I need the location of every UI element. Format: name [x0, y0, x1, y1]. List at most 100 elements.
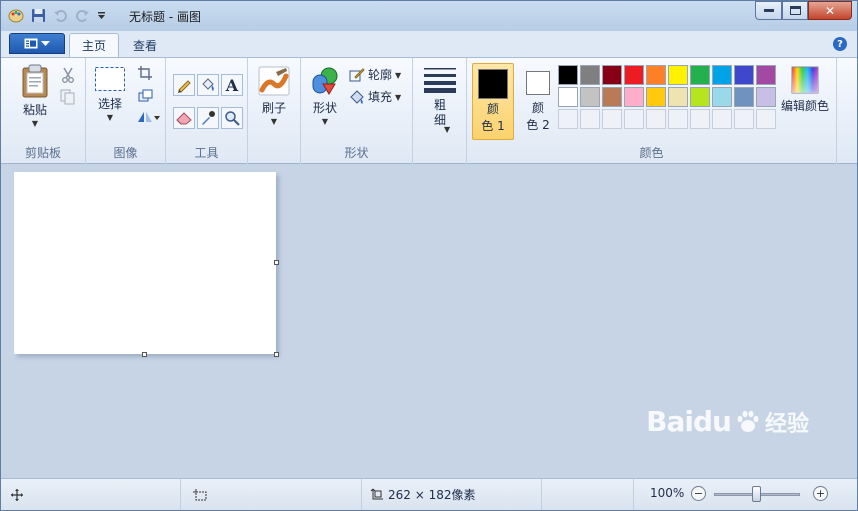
paste-button[interactable]: 粘贴 ▼	[13, 64, 57, 128]
drawing-canvas[interactable]	[14, 172, 276, 354]
chevron-down-icon: ▼	[395, 70, 402, 80]
size-label-line1: 粗	[433, 98, 446, 112]
brushes-button[interactable]: 刷子 ▼	[256, 66, 292, 126]
palette-swatch-empty[interactable]	[756, 109, 776, 129]
zoom-out-button[interactable]: −	[691, 486, 706, 501]
image-size-icon	[370, 488, 383, 499]
fill-button[interactable]: 填充 ▼	[349, 88, 401, 105]
redo-icon[interactable]	[73, 6, 91, 24]
palette-swatch[interactable]	[668, 65, 688, 85]
zoom-slider-thumb[interactable]	[752, 486, 761, 502]
magnifier-icon[interactable]	[221, 107, 243, 129]
crop-icon[interactable]	[134, 62, 156, 84]
palette-swatch[interactable]	[602, 87, 622, 107]
color-spectrum-icon	[791, 66, 819, 94]
palette-swatch[interactable]	[558, 87, 578, 107]
size-group: 粗 细 ▼	[413, 58, 467, 164]
shapes-button[interactable]: 形状 ▼	[307, 66, 343, 126]
pencil-icon[interactable]	[173, 74, 195, 96]
paint-window: 无标题 - 画图 ✕ 主页 查看 ? 粘贴 ▼ 剪贴板 选择 ▼ 图像 A 工具…	[0, 0, 858, 511]
palette-swatch[interactable]	[624, 87, 644, 107]
baidu-watermark: Baidu 经验	[646, 405, 809, 438]
color2-swatch	[526, 71, 550, 95]
outline-button[interactable]: 轮廓 ▼	[349, 66, 401, 83]
size-button[interactable]: 粗 细	[422, 66, 458, 128]
palette-swatch[interactable]	[646, 65, 666, 85]
rotate-icon[interactable]	[134, 106, 162, 128]
color2-label-line2: 色 2	[526, 118, 550, 132]
color2-button[interactable]: 颜 色 2	[517, 63, 559, 145]
palette-swatch[interactable]	[756, 65, 776, 85]
shapes-label: 形状	[312, 101, 337, 115]
tab-view[interactable]: 查看	[121, 33, 169, 57]
palette-swatch[interactable]	[602, 65, 622, 85]
palette-swatch[interactable]	[734, 65, 754, 85]
chevron-down-icon: ▼	[31, 119, 39, 128]
palette-swatch-empty[interactable]	[734, 109, 754, 129]
edit-colors-button[interactable]: 编辑颜色	[778, 66, 832, 114]
palette-swatch-empty[interactable]	[668, 109, 688, 129]
eraser-icon[interactable]	[173, 107, 195, 129]
edit-colors-label: 编辑颜色	[780, 99, 829, 113]
palette-swatch[interactable]	[580, 87, 600, 107]
image-size-text: 262 × 182像素	[388, 488, 476, 502]
palette-swatch[interactable]	[712, 65, 732, 85]
watermark-brand: Baidu	[646, 405, 732, 438]
palette-swatch-empty[interactable]	[712, 109, 732, 129]
copy-icon[interactable]	[57, 86, 79, 108]
palette-swatch-empty[interactable]	[558, 109, 578, 129]
shapes-group-label: 形状	[344, 146, 369, 160]
cursor-position-icon	[11, 488, 23, 501]
line-width-icon	[424, 68, 456, 93]
select-button[interactable]: 选择 ▼	[92, 66, 128, 122]
fill-bucket-icon[interactable]	[197, 74, 219, 96]
palette-swatch[interactable]	[558, 65, 578, 85]
palette-swatch-empty[interactable]	[646, 109, 666, 129]
undo-icon[interactable]	[51, 6, 69, 24]
palette-swatch[interactable]	[668, 87, 688, 107]
close-button[interactable]: ✕	[808, 1, 852, 20]
paint-menu-button[interactable]	[9, 33, 65, 54]
select-icon	[95, 67, 125, 91]
palette-swatch[interactable]	[646, 87, 666, 107]
cut-icon[interactable]	[57, 64, 79, 86]
color2-label-line1: 颜	[531, 101, 544, 115]
resize-icon[interactable]	[134, 84, 156, 106]
color1-swatch	[478, 69, 508, 99]
palette-swatch[interactable]	[690, 65, 710, 85]
chevron-down-icon: ▼	[395, 92, 402, 102]
zoom-in-button[interactable]: +	[813, 486, 828, 501]
palette-swatch[interactable]	[580, 65, 600, 85]
size-label: 粗 细	[434, 98, 446, 128]
palette-swatch[interactable]	[690, 87, 710, 107]
tools-group: A 工具	[166, 58, 248, 164]
palette-swatch-empty[interactable]	[580, 109, 600, 129]
text-tool-icon[interactable]: A	[221, 74, 243, 96]
palette-swatch-empty[interactable]	[624, 109, 644, 129]
help-icon[interactable]: ?	[833, 37, 847, 51]
chevron-down-icon: ▼	[106, 113, 114, 122]
save-icon[interactable]	[29, 6, 47, 24]
resize-handle-corner[interactable]	[274, 352, 279, 357]
tools-group-label: 工具	[194, 146, 219, 160]
palette-swatch[interactable]	[756, 87, 776, 107]
palette-swatch-empty[interactable]	[602, 109, 622, 129]
tab-home[interactable]: 主页	[69, 33, 120, 57]
selection-size-cell	[181, 479, 362, 510]
resize-handle-bottom[interactable]	[142, 352, 147, 357]
palette-swatch-empty[interactable]	[690, 109, 710, 129]
palette-swatch[interactable]	[712, 87, 732, 107]
shapes-group: 形状 ▼ 轮廓 ▼ 填充 ▼ 形状	[301, 58, 413, 164]
color-picker-icon[interactable]	[197, 107, 219, 129]
palette-swatch[interactable]	[734, 87, 754, 107]
app-icon[interactable]	[7, 6, 25, 24]
canvas-area[interactable]: Baidu 经验	[1, 164, 857, 478]
brushes-label: 刷子	[261, 101, 286, 115]
color1-button[interactable]: 颜 色 1	[472, 63, 514, 140]
maximize-button[interactable]	[782, 1, 808, 20]
customize-qat-icon[interactable]	[95, 6, 107, 24]
resize-handle-right[interactable]	[274, 260, 279, 265]
palette-swatch[interactable]	[624, 65, 644, 85]
minimize-button[interactable]	[755, 1, 782, 20]
paw-icon	[737, 410, 759, 432]
